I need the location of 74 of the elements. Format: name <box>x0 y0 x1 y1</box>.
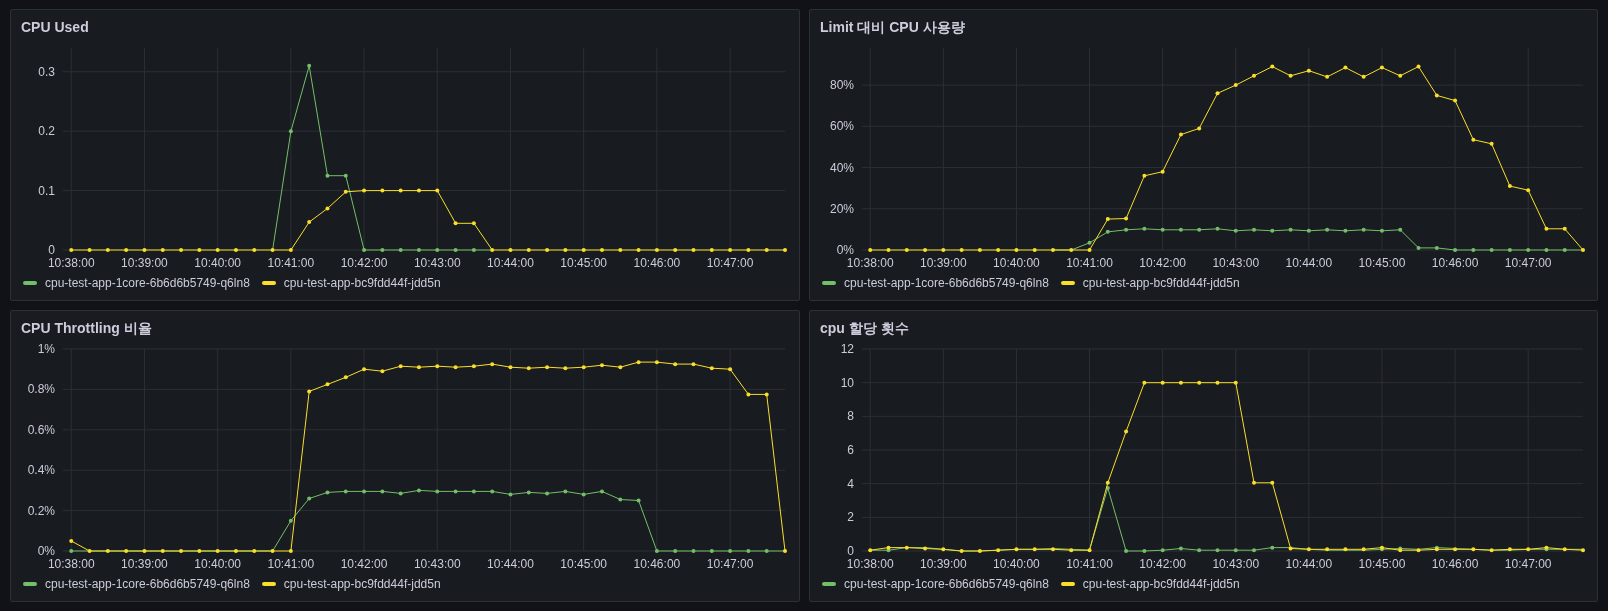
axis-label: 10:42:00 <box>340 557 388 571</box>
axis-label: 0.8% <box>27 382 55 397</box>
legend-label[interactable]: cpu-test-app-bc9fdd44f-jdd5n <box>283 577 441 591</box>
axis-label: 10:45:00 <box>1358 557 1406 571</box>
axis-label: 0 <box>847 544 854 558</box>
axis-label: 10:44:00 <box>487 256 534 270</box>
axis-label: 10:41:00 <box>1066 557 1113 571</box>
axis-label: 10:46:00 <box>1431 256 1479 270</box>
axis-label: 10 <box>840 375 854 390</box>
axis-label: 12 <box>840 342 854 356</box>
axis-label: 10:47:00 <box>706 557 754 571</box>
axis-label: 10:45:00 <box>1358 256 1406 270</box>
axis-label: 10:46:00 <box>633 557 681 571</box>
panel-title: cpu 할당 횟수 <box>819 319 910 338</box>
axis-label: 0% <box>37 544 55 558</box>
axis-label: 10:38:00 <box>47 557 95 571</box>
panel-title: CPU Throttling 비율 <box>20 319 153 338</box>
panel-title: Limit 대비 CPU 사용량 <box>819 18 966 37</box>
axis-label: 1% <box>37 342 55 356</box>
axis-label: 10:38:00 <box>47 256 95 270</box>
legend-label[interactable]: cpu-test-app-bc9fdd44f-jdd5n <box>1082 276 1240 290</box>
legend-label[interactable]: cpu-test-app-bc9fdd44f-jdd5n <box>1082 577 1240 591</box>
axis-label: 10:38:00 <box>846 256 894 270</box>
axis-label: 10:43:00 <box>1212 557 1260 571</box>
axis-label: 10:40:00 <box>194 256 241 270</box>
axis-label: 0.4% <box>27 463 55 478</box>
axis-label: 10:42:00 <box>340 256 388 270</box>
axis-label: 10:45:00 <box>560 256 608 270</box>
axis-label: 10:47:00 <box>706 256 754 270</box>
legend-label[interactable]: cpu-test-app-1core-6b6d6b5749-q6ln8 <box>45 276 250 290</box>
axis-label: 0.3 <box>38 64 55 79</box>
axis-label: 0.2 <box>38 124 55 139</box>
axis-label: 10:40:00 <box>993 557 1040 571</box>
axis-label: 0 <box>48 243 55 257</box>
axis-label: 10:39:00 <box>121 256 168 270</box>
axis-label: 10:47:00 <box>1504 557 1552 571</box>
axis-label: 60% <box>829 119 854 134</box>
axis-label: 10:39:00 <box>919 256 967 270</box>
axis-label: 10:43:00 <box>413 256 461 270</box>
axis-label: 0% <box>836 243 854 257</box>
axis-label: 20% <box>829 201 854 216</box>
axis-label: 8 <box>847 409 854 424</box>
axis-label: 10:46:00 <box>633 256 681 270</box>
legend-label[interactable]: cpu-test-app-1core-6b6d6b5749-q6ln8 <box>844 276 1049 290</box>
axis-label: 40% <box>829 160 854 175</box>
axis-label: 10:42:00 <box>1139 557 1186 571</box>
axis-label: 10:41:00 <box>267 256 315 270</box>
axis-label: 0.6% <box>27 422 55 437</box>
axis-label: 10:41:00 <box>1066 256 1113 270</box>
axis-label: 10:39:00 <box>919 557 967 571</box>
axis-label: 6 <box>847 443 854 457</box>
panel-title: CPU Used <box>20 18 90 37</box>
axis-label: 10:45:00 <box>560 557 608 571</box>
axis-label: 10:40:00 <box>993 256 1040 270</box>
axis-label: 0.1 <box>38 183 55 198</box>
legend-label[interactable]: cpu-test-app-bc9fdd44f-jdd5n <box>283 276 441 290</box>
axis-label: 2 <box>847 510 854 525</box>
axis-label: 10:44:00 <box>1285 256 1333 270</box>
axis-label: 10:40:00 <box>194 557 241 571</box>
axis-label: 10:41:00 <box>267 557 315 571</box>
axis-label: 80% <box>829 78 854 93</box>
axis-label: 0.2% <box>27 503 55 518</box>
legend-label[interactable]: cpu-test-app-1core-6b6d6b5749-q6ln8 <box>45 577 250 591</box>
axis-label: 10:44:00 <box>1285 557 1333 571</box>
axis-label: 10:39:00 <box>121 557 168 571</box>
axis-label: 10:46:00 <box>1431 557 1479 571</box>
legend-label[interactable]: cpu-test-app-1core-6b6d6b5749-q6ln8 <box>844 577 1049 591</box>
axis-label: 10:43:00 <box>1212 256 1260 270</box>
axis-label: 10:38:00 <box>846 557 894 571</box>
axis-label: 10:47:00 <box>1504 256 1552 270</box>
axis-label: 4 <box>847 476 854 491</box>
axis-label: 10:42:00 <box>1139 256 1186 270</box>
axis-label: 10:43:00 <box>413 557 461 571</box>
axis-label: 10:44:00 <box>487 557 534 571</box>
